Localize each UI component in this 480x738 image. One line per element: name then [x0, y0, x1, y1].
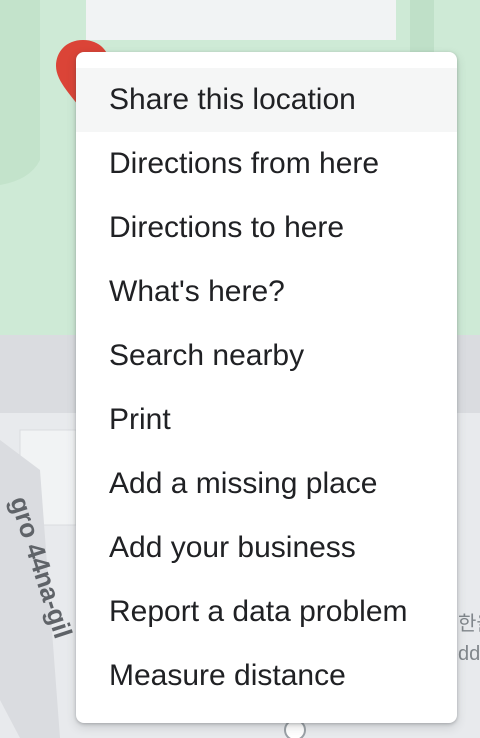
- menu-item-print[interactable]: Print: [76, 388, 457, 452]
- menu-item-add-your-business[interactable]: Add your business: [76, 516, 457, 580]
- menu-item-whats-here[interactable]: What's here?: [76, 260, 457, 324]
- side-label-2: ddle: [458, 643, 480, 665]
- side-label-1: 한울: [458, 611, 480, 635]
- park-strip: [410, 0, 434, 60]
- menu-item-share-location[interactable]: Share this location: [76, 68, 457, 132]
- menu-item-directions-from-here[interactable]: Directions from here: [76, 132, 457, 196]
- menu-item-directions-to-here[interactable]: Directions to here: [76, 196, 457, 260]
- context-menu: Share this location Directions from here…: [76, 52, 457, 723]
- menu-item-add-missing-place[interactable]: Add a missing place: [76, 452, 457, 516]
- building-top: [86, 0, 396, 40]
- menu-item-measure-distance[interactable]: Measure distance: [76, 644, 457, 708]
- menu-item-search-nearby[interactable]: Search nearby: [76, 324, 457, 388]
- park-path: [0, 0, 40, 185]
- menu-item-report-data-problem[interactable]: Report a data problem: [76, 580, 457, 644]
